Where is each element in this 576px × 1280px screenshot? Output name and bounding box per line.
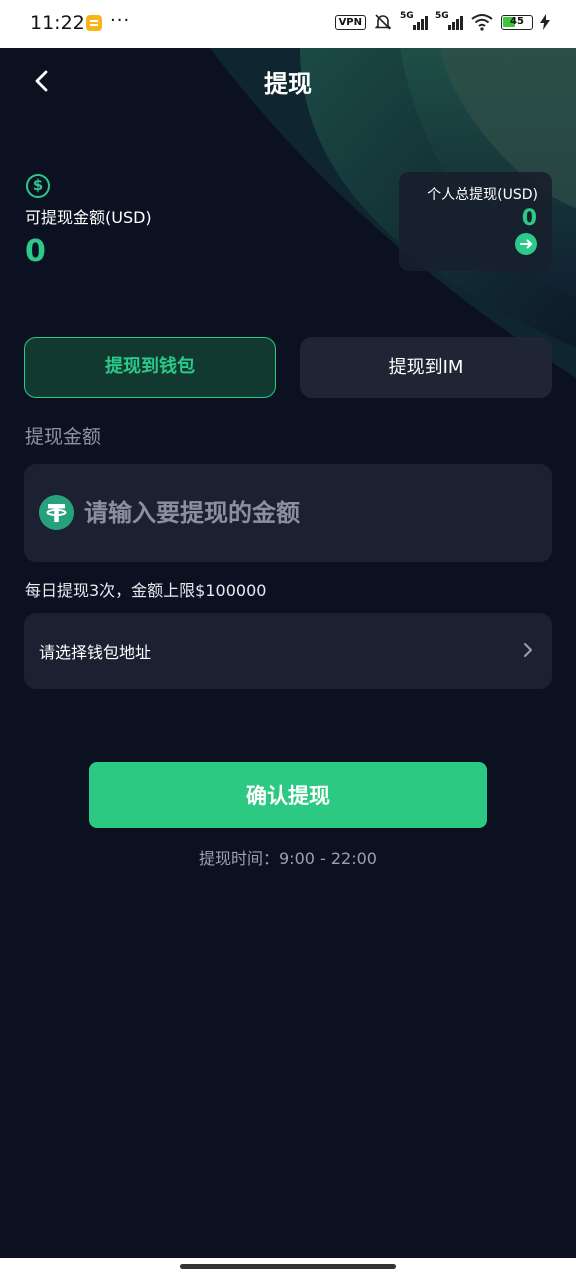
app-notification-icon [86,15,102,31]
battery-icon: 45 [501,14,533,30]
status-time: 11:22 [30,12,85,34]
total-withdrawal-value: 0 [521,206,537,231]
more-notifications-icon: ··· [110,10,131,31]
home-indicator[interactable] [180,1264,396,1269]
page-title: 提现 [264,70,312,98]
sim1-network-label: 5G [400,11,414,21]
dollar-icon: $ [26,174,50,198]
vpn-icon: VPN [334,14,366,30]
tab-withdraw-to-wallet[interactable]: 提现到钱包 [24,337,276,398]
amount-section-label: 提现金额 [25,426,102,448]
amount-field[interactable] [24,464,552,562]
charging-icon [540,14,550,30]
signal-sim2-icon: 5G [435,11,463,30]
withdrawal-time-text: 提现时间：9:00 - 22:00 [199,849,377,868]
chevron-right-icon [524,643,532,657]
wallet-address-label: 请选择钱包地址 [39,643,152,662]
usdt-icon [39,495,74,530]
withdraw-screen: 提现 $ 可提现金额(USD) 0 个人总提现(USD) 0 提现到钱包 提现到… [0,48,576,1258]
wallet-address-selector[interactable]: 请选择钱包地址 [24,613,552,689]
total-withdrawal-label: 个人总提现(USD) [427,187,538,203]
battery-level: 45 [510,15,524,27]
arrow-right-icon[interactable] [515,233,537,255]
confirm-withdraw-button[interactable]: 确认提现 [89,762,487,828]
signal-sim1-icon: 5G [400,11,428,30]
available-amount-value: 0 [25,234,46,269]
sim2-network-label: 5G [435,11,449,21]
amount-input[interactable] [84,488,534,538]
total-withdrawal-card[interactable]: 个人总提现(USD) 0 [399,172,552,271]
withdrawal-limit-text: 每日提现3次，金额上限$100000 [25,581,267,600]
system-nav-bar [0,1258,576,1280]
status-bar: 11:22 ··· VPN 5G 5G 45 [0,0,576,48]
wifi-icon [471,14,493,31]
tab-withdraw-to-im[interactable]: 提现到IM [300,337,552,398]
available-amount-label: 可提现金额(USD) [25,208,152,227]
mute-bell-icon [374,14,392,30]
